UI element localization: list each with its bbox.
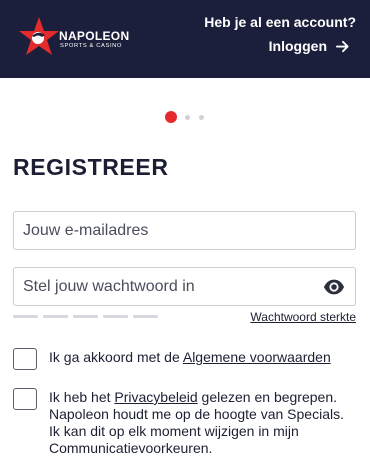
privacy-text: Ik heb het Privacybeleid gelezen en begr… xyxy=(49,389,344,457)
login-link[interactable]: Inloggen xyxy=(269,38,350,54)
step-dot xyxy=(185,115,190,120)
arrow-right-icon xyxy=(335,40,349,52)
top-header: NAPOLEON SPORTS & CASINO Heb je al een a… xyxy=(0,0,370,78)
step-dot xyxy=(199,115,204,120)
napoleon-logo[interactable]: NAPOLEON SPORTS & CASINO xyxy=(18,16,130,58)
logo-subtitle: SPORTS & CASINO xyxy=(60,43,123,49)
terms-prefix: Ik ga akkoord met de xyxy=(49,349,183,365)
privacy-prefix: Ik heb het xyxy=(49,389,115,405)
password-strength-label[interactable]: Wachtwoord sterkte xyxy=(250,310,356,324)
terms-link[interactable]: Algemene voorwaarden xyxy=(183,349,331,365)
strength-segment xyxy=(73,315,98,318)
logo-name: NAPOLEON xyxy=(59,29,130,43)
step-indicator xyxy=(0,111,370,123)
eye-icon[interactable] xyxy=(323,278,345,296)
password-field[interactable] xyxy=(14,268,355,305)
email-field[interactable] xyxy=(14,212,355,249)
password-field-wrapper xyxy=(13,267,356,306)
privacy-line3: Ik kan dit op elk moment wijzigen in mij… xyxy=(49,423,299,439)
star-logo-icon xyxy=(19,17,59,55)
strength-segment xyxy=(43,315,68,318)
page-title: REGISTREER xyxy=(13,154,169,180)
email-field-wrapper xyxy=(13,211,356,250)
privacy-line4: Communicatievoorkeuren. xyxy=(49,440,213,456)
strength-segment xyxy=(103,315,128,318)
terms-row: Ik ga akkoord met de Algemene voorwaarde… xyxy=(13,348,358,372)
terms-checkbox[interactable] xyxy=(13,348,37,370)
step-dot-active xyxy=(165,111,177,123)
privacy-line1-suffix: gelezen en begrepen. xyxy=(197,389,337,405)
privacy-line2: Napoleon houdt me op de hoogte van Speci… xyxy=(49,406,344,422)
login-label: Inloggen xyxy=(268,38,327,54)
strength-segment xyxy=(13,315,38,318)
privacy-row: Ik heb het Privacybeleid gelezen en begr… xyxy=(13,388,358,468)
privacy-checkbox[interactable] xyxy=(13,388,37,410)
password-strength-meter xyxy=(13,315,163,318)
account-question: Heb je al een account? xyxy=(204,14,356,30)
terms-text: Ik ga akkoord met de Algemene voorwaarde… xyxy=(49,349,331,366)
privacy-link[interactable]: Privacybeleid xyxy=(114,389,197,405)
strength-segment xyxy=(133,315,158,318)
